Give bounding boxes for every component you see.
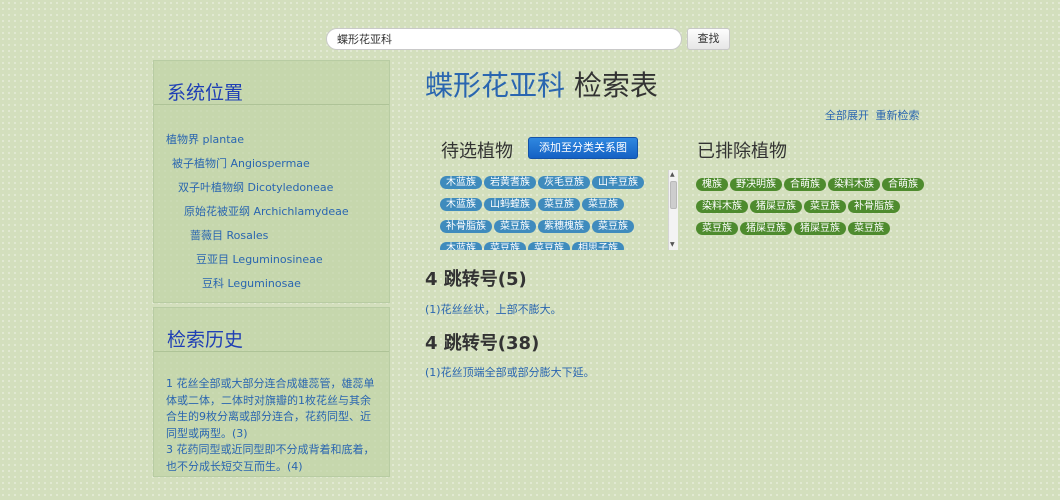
restart-search-link[interactable]: 重新检索: [876, 109, 920, 122]
page-title-suffix: 检索表: [565, 69, 658, 102]
taxon-family-link[interactable]: 豆科 Leguminosae: [202, 275, 301, 291]
excluded-tag[interactable]: 染料木族: [828, 178, 880, 191]
key-option-link[interactable]: (1)花丝顶端全部或部分膨大下延。: [425, 364, 595, 380]
candidate-tag[interactable]: 岩黄耆族: [484, 176, 536, 189]
scroll-thumb[interactable]: [670, 181, 677, 209]
scroll-up-arrow-icon[interactable]: ▲: [670, 171, 675, 179]
candidate-tag[interactable]: 相思子族: [572, 242, 624, 250]
candidate-tag[interactable]: 菜豆族: [484, 242, 526, 250]
jump-heading: 4 跳转号(38): [425, 333, 540, 354]
search-button[interactable]: 查找: [687, 28, 730, 50]
page-title: 蝶形花亚科 检索表: [425, 64, 658, 104]
taxon-phylum-link[interactable]: 被子植物门 Angiospermae: [172, 155, 310, 171]
taxon-kingdom-link[interactable]: 植物界 plantae: [166, 131, 244, 147]
history-entry[interactable]: 1 花丝全部或大部分连合成雄蕊管，雄蕊单体或二体，二体时对旗瓣的1枚花丝与其余合…: [166, 376, 380, 442]
candidate-tag[interactable]: 菜豆族: [494, 220, 536, 233]
excluded-heading: 已排除植物: [697, 141, 787, 162]
taxon-subclass-link[interactable]: 原始花被亚纲 Archichlamydeae: [184, 203, 349, 219]
excluded-tag[interactable]: 野决明族: [730, 178, 782, 191]
excluded-tag[interactable]: 菜豆族: [848, 222, 890, 235]
candidate-tag[interactable]: 灰毛豆族: [538, 176, 590, 189]
add-to-tree-button[interactable]: 添加至分类关系图: [528, 137, 638, 159]
scroll-down-arrow-icon[interactable]: ▼: [670, 241, 675, 249]
expand-all-link[interactable]: 全部展开: [825, 109, 869, 122]
action-links: 全部展开 重新检索: [825, 107, 923, 123]
candidates-heading: 待选植物: [441, 141, 513, 162]
search-history-panel: 检索历史 1 花丝全部或大部分连合成雄蕊管，雄蕊单体或二体，二体时对旗瓣的1枚花…: [153, 307, 390, 477]
history-list: 1 花丝全部或大部分连合成雄蕊管，雄蕊单体或二体，二体时对旗瓣的1枚花丝与其余合…: [166, 376, 380, 475]
excluded-tag[interactable]: 染料木族: [696, 200, 748, 213]
system-position-panel: 系统位置 植物界 plantae 被子植物门 Angiospermae 双子叶植…: [153, 60, 390, 303]
candidate-tag[interactable]: 菜豆族: [528, 242, 570, 250]
history-entry[interactable]: 3 花药同型或近同型即不分成背着和底着，也不分成长短交互而生。(4): [166, 442, 380, 475]
excluded-tag[interactable]: 合萌族: [882, 178, 924, 191]
taxon-suborder-link[interactable]: 豆亚目 Leguminosineae: [196, 251, 323, 267]
jump-heading: 4 跳转号(5): [425, 269, 527, 290]
candidate-tag[interactable]: 木蓝族: [440, 176, 482, 189]
excluded-tag[interactable]: 合萌族: [784, 178, 826, 191]
candidate-tag[interactable]: 木蓝族: [440, 198, 482, 211]
search-input[interactable]: [326, 28, 682, 50]
excluded-tag[interactable]: 槐族: [696, 178, 728, 191]
key-option-link[interactable]: (1)花丝丝状，上部不膨大。: [425, 301, 562, 317]
tag-scrollbar[interactable]: ▲ ▼: [668, 170, 678, 250]
candidate-tag[interactable]: 菜豆族: [582, 198, 624, 211]
taxon-class-link[interactable]: 双子叶植物纲 Dicotyledoneae: [178, 179, 333, 195]
search-history-title: 检索历史: [154, 308, 389, 352]
candidate-tag[interactable]: 山蚂蝗族: [484, 198, 536, 211]
candidate-tag[interactable]: 补骨脂族: [440, 220, 492, 233]
excluded-tag[interactable]: 补骨脂族: [848, 200, 900, 213]
candidate-tags: 木蓝族 岩黄耆族 灰毛豆族 山羊豆族木蓝族 山蚂蝗族 菜豆族 菜豆族补骨脂族 菜豆族 紫穗槐族菜…: [440, 170, 668, 250]
candidate-tag[interactable]: 菜豆族: [592, 220, 634, 233]
excluded-tags: 槐族 野决明族 合萌族 染料木族 合萌族染料木族 猪屎豆族 菜豆族 补骨脂族菜豆族 猪屎豆族 猪屎…: [696, 172, 926, 238]
excluded-tag[interactable]: 菜豆族: [696, 222, 738, 235]
candidate-tag[interactable]: 紫穗槐族: [538, 220, 590, 233]
excluded-tag[interactable]: 猪屎豆族: [740, 222, 792, 235]
excluded-tag[interactable]: 猪屎豆族: [794, 222, 846, 235]
candidate-tag[interactable]: 菜豆族: [538, 198, 580, 211]
system-position-title: 系统位置: [154, 61, 389, 105]
taxon-order-link[interactable]: 蔷薇目 Rosales: [190, 227, 268, 243]
candidate-tag[interactable]: 山羊豆族: [592, 176, 644, 189]
candidate-tag-box: 木蓝族 岩黄耆族 灰毛豆族 山羊豆族木蓝族 山蚂蝗族 菜豆族 菜豆族补骨脂族 菜豆族 紫穗槐族菜…: [440, 170, 678, 250]
candidate-tag[interactable]: 木蓝族: [440, 242, 482, 250]
page-title-taxon: 蝶形花亚科: [425, 69, 566, 102]
excluded-tag[interactable]: 菜豆族: [804, 200, 846, 213]
excluded-tag[interactable]: 猪屎豆族: [750, 200, 802, 213]
